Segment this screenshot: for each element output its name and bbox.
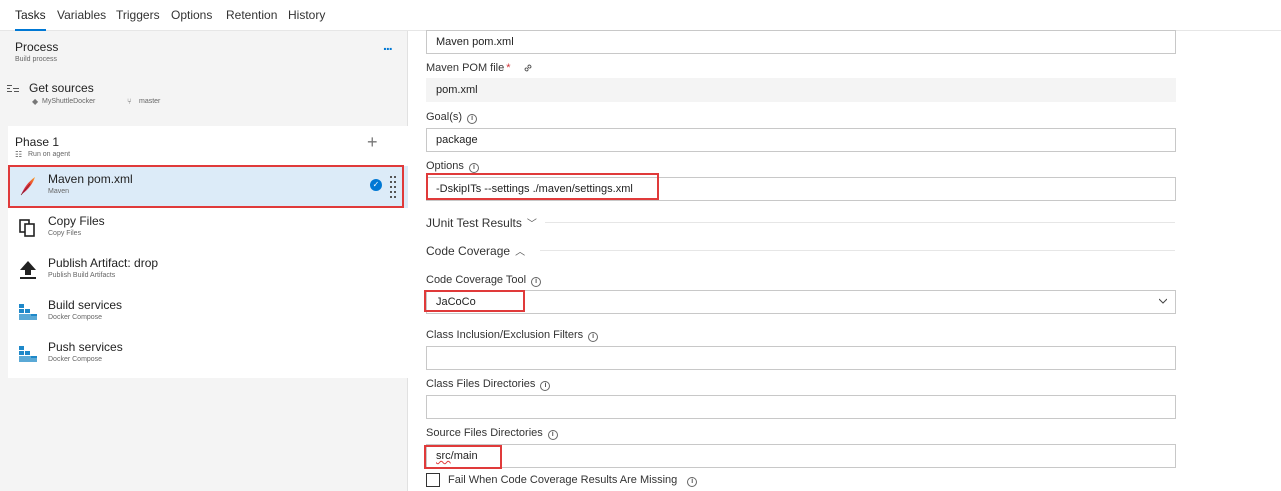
chevron-down-icon	[1159, 298, 1167, 304]
pipeline-task-list: Process Build process ... Get sources ◆ …	[0, 31, 408, 491]
pom-file-label: Maven POM file *	[426, 62, 511, 74]
phase-subtitle: Run on agent	[28, 151, 71, 158]
info-icon: i	[547, 430, 558, 440]
coverage-tool-label: Code Coverage Tool i	[426, 274, 542, 287]
section-divider	[540, 250, 1175, 251]
process-header[interactable]: Process Build process ...	[8, 31, 408, 69]
chevron-up-icon: ︿	[515, 247, 526, 258]
task-subtitle: Docker Compose	[48, 356, 103, 363]
task-subtitle: Maven	[48, 188, 70, 195]
class-dirs-input[interactable]	[426, 395, 1176, 419]
phase-title[interactable]: Phase 1	[15, 135, 59, 149]
class-filters-input[interactable]	[426, 346, 1176, 370]
phase-card: Phase 1 ☷ Run on agent + Maven pom.xml M…	[8, 126, 408, 378]
tab-retention[interactable]: Retention	[226, 8, 277, 22]
options-label: Options i	[426, 160, 479, 173]
task-title: Maven pom.xml	[48, 172, 133, 186]
source-dirs-input[interactable]: src/main	[426, 444, 1176, 468]
coverage-tool-select[interactable]: JaCoCo	[426, 290, 1176, 314]
pom-file-input[interactable]: pom.xml	[426, 78, 1176, 102]
goals-label: Goal(s) i	[426, 111, 478, 124]
goals-input[interactable]: package	[426, 128, 1176, 152]
task-copy-files[interactable]: Copy Files Copy Files	[8, 208, 408, 250]
tab-triggers[interactable]: Triggers	[116, 8, 160, 22]
fail-missing-checkbox[interactable]	[426, 473, 440, 487]
info-icon: i	[540, 381, 551, 391]
chevron-down-icon: ﹀	[526, 219, 537, 230]
task-subtitle: Publish Build Artifacts	[48, 272, 116, 279]
task-subtitle: Docker Compose	[48, 314, 103, 321]
docker-icon	[19, 304, 37, 320]
task-title: Publish Artifact: drop	[48, 256, 159, 270]
get-sources-item[interactable]: Get sources ◆ MyShuttleDocker ⑂ master	[0, 69, 408, 119]
top-tab-bar: Tasks Variables Triggers Options Retenti…	[0, 0, 1281, 31]
task-maven[interactable]: Maven pom.xml Maven ✓	[8, 166, 408, 208]
process-subtitle: Build process	[15, 56, 58, 63]
docker-icon	[19, 346, 37, 362]
info-icon: i	[467, 114, 478, 124]
repo-icon: ◆	[32, 97, 39, 106]
repo-name: MyShuttleDocker	[42, 98, 96, 105]
class-dirs-label: Class Files Directories i	[426, 378, 551, 391]
maven-feather-icon	[20, 177, 35, 196]
tab-options[interactable]: Options	[171, 8, 212, 22]
process-title: Process	[15, 40, 59, 54]
class-filters-label: Class Inclusion/Exclusion Filters i	[426, 329, 599, 342]
coverage-section-header[interactable]: Code Coverage ︿	[426, 243, 525, 258]
task-title: Push services	[48, 340, 123, 354]
info-icon: i	[588, 332, 599, 342]
info-icon: i	[531, 277, 542, 287]
branch-name: master	[139, 98, 161, 105]
branch-icon: ⑂	[127, 97, 132, 106]
fail-missing-label: Fail When Code Coverage Results Are Miss…	[448, 474, 698, 487]
tab-tasks[interactable]: Tasks	[15, 8, 46, 31]
task-push-services[interactable]: Push services Docker Compose	[8, 334, 408, 376]
drag-handle-icon[interactable]	[390, 176, 398, 198]
source-dirs-rest: /main	[450, 450, 478, 462]
copy-files-icon	[19, 219, 35, 237]
task-build-services[interactable]: Build services Docker Compose	[8, 292, 408, 334]
info-icon: i	[468, 163, 479, 173]
section-divider	[545, 222, 1175, 223]
display-name-input[interactable]: Maven pom.xml	[426, 30, 1176, 54]
options-input[interactable]: -DskipITs --settings ./maven/settings.xm…	[426, 177, 1176, 201]
agent-icon: ☷	[15, 150, 23, 159]
add-task-icon[interactable]: +	[367, 132, 378, 153]
enabled-check-icon: ✓	[370, 179, 382, 191]
tab-variables[interactable]: Variables	[57, 8, 106, 22]
info-icon: i	[687, 477, 698, 487]
more-options-icon[interactable]: ...	[383, 38, 393, 52]
upload-arrow-icon	[20, 261, 36, 279]
source-dirs-label: Source Files Directories i	[426, 427, 558, 440]
link-icon[interactable]	[522, 62, 534, 74]
task-title: Build services	[48, 298, 123, 312]
coverage-tool-value: JaCoCo	[436, 296, 476, 308]
junit-section-header[interactable]: JUnit Test Results ﹀	[426, 215, 537, 230]
task-publish-artifact[interactable]: Publish Artifact: drop Publish Build Art…	[8, 250, 408, 292]
spellcheck-word: src	[436, 450, 451, 462]
tab-history[interactable]: History	[288, 8, 325, 22]
task-subtitle: Copy Files	[48, 230, 82, 237]
task-title: Copy Files	[48, 214, 105, 228]
get-sources-icon	[7, 85, 19, 92]
get-sources-title: Get sources	[29, 81, 94, 95]
